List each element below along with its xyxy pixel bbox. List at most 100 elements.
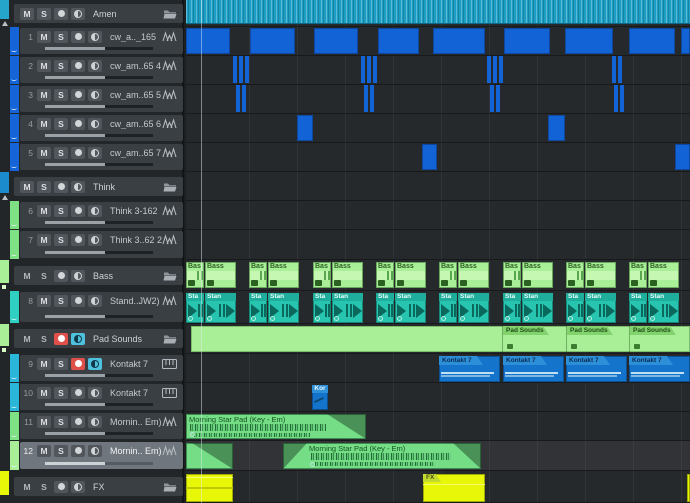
- monitor-button[interactable]: [71, 181, 85, 193]
- volume-slider[interactable]: [45, 47, 153, 50]
- monitor-button[interactable]: [88, 89, 102, 101]
- audio-clip-block[interactable]: [548, 115, 565, 141]
- volume-slider[interactable]: [45, 462, 153, 465]
- mute-button[interactable]: M: [20, 270, 34, 282]
- audio-clip-block[interactable]: [433, 28, 485, 54]
- audio-clip-block[interactable]: [250, 28, 295, 54]
- mute-button[interactable]: M: [37, 31, 51, 43]
- instrument-clip-kontakt[interactable]: Kontakt 7: [439, 356, 500, 382]
- record-arm-button[interactable]: [54, 8, 68, 20]
- audio-clip-sliver[interactable]: [618, 56, 622, 83]
- record-arm-button[interactable]: [71, 358, 85, 370]
- volume-slider[interactable]: [45, 251, 153, 254]
- track-header[interactable]: 11MSMornin.. Em): [20, 413, 183, 439]
- instrument-clip-stan[interactable]: Sta: [249, 293, 267, 323]
- folder-expand-arrow[interactable]: [2, 285, 6, 289]
- mute-button[interactable]: M: [37, 445, 51, 457]
- mute-button[interactable]: M: [37, 118, 51, 130]
- audio-clip-block[interactable]: [504, 28, 550, 54]
- audio-clip-block[interactable]: [314, 28, 358, 54]
- track-color-strip[interactable]: [10, 412, 19, 440]
- track-color-strip[interactable]: [10, 56, 19, 84]
- clip-fx[interactable]: FX: [423, 474, 485, 502]
- audio-clip-block[interactable]: [681, 28, 690, 54]
- folder-clip-bass[interactable]: Bass: [458, 262, 489, 288]
- audio-clip-block[interactable]: [186, 28, 230, 54]
- instrument-clip-kontakt[interactable]: Kontakt 7: [566, 356, 627, 382]
- folder-clip-bass[interactable]: Bas: [313, 262, 331, 288]
- audio-clip-morning-star-pad[interactable]: Morning Star Pad (Key - Em): [283, 443, 481, 469]
- solo-button[interactable]: S: [54, 147, 68, 159]
- monitor-button[interactable]: [88, 358, 102, 370]
- folder-clip-amen[interactable]: [186, 0, 690, 24]
- mute-button[interactable]: M: [37, 358, 51, 370]
- track-name[interactable]: cw_am..65 7: [110, 148, 162, 158]
- folder-clip-bass[interactable]: Bass: [585, 262, 616, 288]
- track-name[interactable]: Amen: [93, 9, 163, 19]
- record-arm-button[interactable]: [71, 205, 85, 217]
- track-name[interactable]: Think 3-162: [110, 206, 162, 216]
- mute-button[interactable]: M: [20, 481, 34, 493]
- record-arm-button[interactable]: [71, 234, 85, 246]
- monitor-button[interactable]: [71, 8, 85, 20]
- folder-clip-bass[interactable]: Bas: [376, 262, 394, 288]
- monitor-button[interactable]: [88, 234, 102, 246]
- instrument-clip-kontakt[interactable]: Kontakt 7: [503, 356, 564, 382]
- instrument-clip-stan[interactable]: Sta: [376, 293, 394, 323]
- track-name[interactable]: cw_am..65 4: [110, 61, 162, 71]
- track-header[interactable]: MSAmen: [14, 4, 183, 23]
- solo-button[interactable]: S: [54, 416, 68, 428]
- mute-button[interactable]: M: [37, 295, 51, 307]
- audio-clip-block[interactable]: [565, 28, 613, 54]
- folder-clip-bass[interactable]: Bas: [249, 262, 267, 288]
- track-header[interactable]: MSPad Sounds: [14, 329, 183, 348]
- track-header[interactable]: 4MScw_am..65 6: [20, 115, 183, 141]
- track-header[interactable]: 6MSThink 3-162: [20, 202, 183, 228]
- monitor-button[interactable]: [88, 295, 102, 307]
- mute-button[interactable]: M: [37, 416, 51, 428]
- folder-clip-bass[interactable]: Bas: [566, 262, 584, 288]
- track-header[interactable]: MSThink: [14, 177, 183, 196]
- instrument-clip-stan[interactable]: Stan: [205, 293, 236, 323]
- audio-clip-sliver[interactable]: [490, 85, 494, 112]
- audio-clip-sliver[interactable]: [245, 56, 249, 83]
- mute-button[interactable]: M: [20, 333, 34, 345]
- record-arm-button[interactable]: [71, 416, 85, 428]
- track-name[interactable]: Think: [93, 182, 163, 192]
- folder-clip-bass[interactable]: Bass: [522, 262, 553, 288]
- audio-clip-sliver[interactable]: [373, 56, 377, 83]
- folder-clip-bass[interactable]: Bas: [503, 262, 521, 288]
- monitor-button[interactable]: [88, 147, 102, 159]
- audio-clip-sliver[interactable]: [361, 56, 365, 83]
- audio-clip-sliver[interactable]: [364, 85, 368, 112]
- instrument-clip-stan[interactable]: Stan: [332, 293, 363, 323]
- track-color-strip[interactable]: [10, 354, 19, 382]
- track-color-strip[interactable]: [10, 85, 19, 113]
- track-name[interactable]: Think 3..62 2: [110, 235, 162, 245]
- audio-clip-block[interactable]: [378, 28, 419, 54]
- audio-clip-block[interactable]: [675, 144, 690, 170]
- solo-button[interactable]: S: [37, 270, 51, 282]
- monitor-button[interactable]: [88, 416, 102, 428]
- monitor-button[interactable]: [88, 387, 102, 399]
- folder-clip-bass[interactable]: Bass: [268, 262, 299, 288]
- solo-button[interactable]: S: [54, 234, 68, 246]
- folder-clip-bass[interactable]: Bass: [395, 262, 426, 288]
- solo-button[interactable]: S: [54, 387, 68, 399]
- instrument-clip-stan[interactable]: Sta: [439, 293, 457, 323]
- folder-clip-pad-section[interactable]: Pad Sounds: [566, 326, 630, 352]
- folder-clip-pad-section[interactable]: Pad Sounds: [502, 326, 567, 352]
- track-color-strip[interactable]: [0, 260, 9, 283]
- volume-slider[interactable]: [45, 134, 153, 137]
- track-header[interactable]: 3MScw_am..65 5: [20, 86, 183, 112]
- folder-expand-arrow[interactable]: [2, 195, 8, 200]
- solo-button[interactable]: S: [54, 205, 68, 217]
- audio-clip-block[interactable]: [629, 28, 675, 54]
- audio-clip-sliver[interactable]: [367, 56, 371, 83]
- record-arm-button[interactable]: [71, 60, 85, 72]
- track-header[interactable]: 5MScw_am..65 7: [20, 144, 183, 170]
- instrument-clip-stan[interactable]: Sta: [503, 293, 521, 323]
- volume-slider[interactable]: [45, 76, 153, 79]
- record-arm-button[interactable]: [71, 89, 85, 101]
- track-name[interactable]: Mornin.. Em): [110, 446, 162, 456]
